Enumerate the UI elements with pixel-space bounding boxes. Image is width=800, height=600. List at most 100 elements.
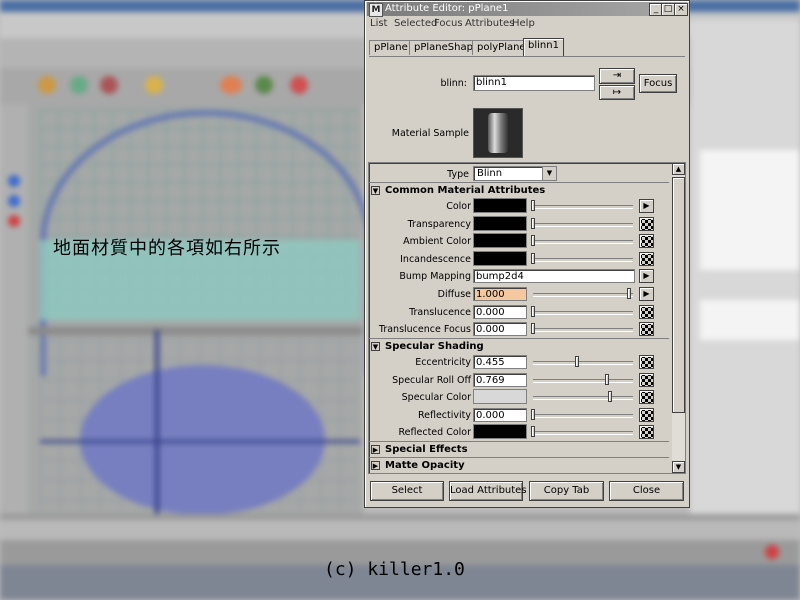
eccentricity-field[interactable]: 0.455 xyxy=(473,355,527,369)
shelf-icon xyxy=(38,76,56,94)
reflected-color-color-swatch[interactable] xyxy=(473,424,527,439)
scroll-down-button[interactable]: ▼ xyxy=(672,461,685,473)
menu-list[interactable]: List xyxy=(370,18,387,29)
incandescence-slider[interactable] xyxy=(531,252,635,266)
diffuse-map-connected-icon[interactable]: ▶ xyxy=(639,287,654,301)
specular-roll-off-label: Specular Roll Off xyxy=(392,374,471,386)
scroll-thumb[interactable] xyxy=(672,177,685,413)
section-specular-shading[interactable]: ▼ Specular Shading xyxy=(369,340,669,354)
window-title: Attribute Editor: pPlane1 xyxy=(385,3,509,14)
menu-help[interactable]: Help xyxy=(512,18,535,29)
slider-knob[interactable] xyxy=(531,217,535,229)
output-connections-button[interactable]: ↦ xyxy=(599,85,635,100)
menu-attributes[interactable]: Attributes xyxy=(465,18,514,29)
ambient-color-map-checker-icon[interactable] xyxy=(639,234,654,249)
focus-button[interactable]: Focus xyxy=(639,74,677,93)
color-color-swatch[interactable] xyxy=(473,198,527,213)
maya-tool-strip xyxy=(0,104,28,514)
slider-knob[interactable] xyxy=(627,288,631,299)
specular-roll-off-field[interactable]: 0.769 xyxy=(473,372,527,387)
eccentricity-map-checker-icon[interactable] xyxy=(639,355,654,369)
color-map-connected-icon[interactable]: ▶ xyxy=(639,199,654,213)
type-dropdown-value: Blinn xyxy=(477,168,503,179)
section-common-material-attributes[interactable]: ▼ Common Material Attributes xyxy=(369,184,669,198)
menu-selected[interactable]: Selected xyxy=(394,18,437,29)
vertical-scrollbar[interactable]: ▲ ▼ xyxy=(672,163,685,473)
bump-mapping-map-connected-icon[interactable]: ▶ xyxy=(639,269,654,284)
maximize-button[interactable]: □ xyxy=(661,3,675,16)
copy-tab-button[interactable]: Copy Tab xyxy=(529,481,604,501)
transparency-slider[interactable] xyxy=(531,217,635,231)
reflected-color-label: Reflected Color xyxy=(398,427,472,438)
slider-knob[interactable] xyxy=(531,200,535,211)
slider-track xyxy=(533,310,633,315)
load-attributes-button[interactable]: Load Attributes xyxy=(449,481,527,501)
eccentricity-slider[interactable] xyxy=(531,355,635,369)
translucence-slider[interactable] xyxy=(531,305,635,319)
material-sample-swatch[interactable] xyxy=(473,108,523,158)
transparency-color-swatch[interactable] xyxy=(473,215,527,231)
slider-knob[interactable] xyxy=(574,356,579,367)
type-dropdown[interactable]: Blinn ▼ xyxy=(473,166,557,181)
menu-focus[interactable]: Focus xyxy=(434,18,463,29)
reflectivity-field[interactable]: 0.000 xyxy=(473,407,527,422)
translucence-map-checker-icon[interactable] xyxy=(639,304,654,319)
slider-knob[interactable] xyxy=(531,408,535,420)
ambient-color-slider[interactable] xyxy=(531,234,635,248)
maya-right-panel xyxy=(690,20,800,520)
attribute-editor-window: M Attribute Editor: pPlane1 _ □ × List S… xyxy=(364,0,690,508)
material-sample-label: Material Sample xyxy=(391,128,469,139)
slider-knob[interactable] xyxy=(531,235,535,247)
specular-color-map-checker-icon[interactable] xyxy=(639,390,654,404)
section-divider xyxy=(369,182,669,183)
diffuse-slider[interactable] xyxy=(531,287,635,301)
section-special-effects[interactable]: ▶ Special Effects xyxy=(369,443,669,457)
section-title: Special Effects xyxy=(385,444,468,455)
node-name-field[interactable]: blinn1 xyxy=(473,75,595,91)
section-title: Matte Opacity xyxy=(385,460,465,471)
color-slider[interactable] xyxy=(531,199,635,213)
slider-knob[interactable] xyxy=(531,252,535,264)
slider-knob[interactable] xyxy=(531,305,535,317)
tool-icon xyxy=(8,215,20,227)
specular-roll-off-slider[interactable] xyxy=(531,373,635,387)
select-button[interactable]: Select xyxy=(370,481,444,501)
slider-knob[interactable] xyxy=(607,391,612,402)
section-divider xyxy=(369,441,669,442)
translucence-focus-map-checker-icon[interactable] xyxy=(639,322,654,337)
translucence-field[interactable]: 0.000 xyxy=(473,304,527,319)
scroll-up-button[interactable]: ▲ xyxy=(672,163,685,175)
shelf-icon xyxy=(70,76,88,94)
specular-color-slider[interactable] xyxy=(531,390,635,404)
input-connections-button[interactable]: ⇥ xyxy=(599,68,635,84)
section-matte-opacity[interactable]: ▶ Matte Opacity xyxy=(369,459,669,473)
slider-knob[interactable] xyxy=(531,426,535,437)
incandescence-map-checker-icon[interactable] xyxy=(639,251,654,266)
viewport-separator xyxy=(28,327,363,335)
slider-track xyxy=(533,240,633,245)
slider-knob[interactable] xyxy=(604,373,609,385)
bump-mapping-field[interactable]: bump2d4 xyxy=(473,269,635,284)
reflectivity-slider[interactable] xyxy=(531,408,635,422)
ambient-color-color-swatch[interactable] xyxy=(473,233,527,249)
window-title-bar[interactable]: M Attribute Editor: pPlane1 _ □ × xyxy=(367,2,688,17)
incandescence-color-swatch[interactable] xyxy=(473,250,527,266)
reflectivity-map-checker-icon[interactable] xyxy=(639,407,654,422)
reflected-color-slider[interactable] xyxy=(531,425,635,439)
transparency-map-checker-icon[interactable] xyxy=(639,216,654,231)
translucence-label: Translucence xyxy=(409,306,471,318)
reflected-color-map-checker-icon[interactable] xyxy=(639,425,654,439)
translucence-focus-field[interactable]: 0.000 xyxy=(473,322,527,337)
close-window-button[interactable]: × xyxy=(674,3,688,16)
caption-text: 地面材質中的各項如右所示 xyxy=(53,238,281,259)
translucence-focus-slider[interactable] xyxy=(531,322,635,336)
specular-roll-off-map-checker-icon[interactable] xyxy=(639,372,654,387)
diffuse-field[interactable]: 1.000 xyxy=(473,287,527,301)
tab-blinn1[interactable]: blinn1 xyxy=(523,38,564,56)
credit-text: (c) killer1.0 xyxy=(324,559,465,580)
specular-color-color-swatch[interactable] xyxy=(473,389,527,404)
slider-knob[interactable] xyxy=(531,323,535,335)
maya-timeline xyxy=(0,520,800,540)
close-button[interactable]: Close xyxy=(609,481,684,501)
slider-track xyxy=(533,328,633,333)
